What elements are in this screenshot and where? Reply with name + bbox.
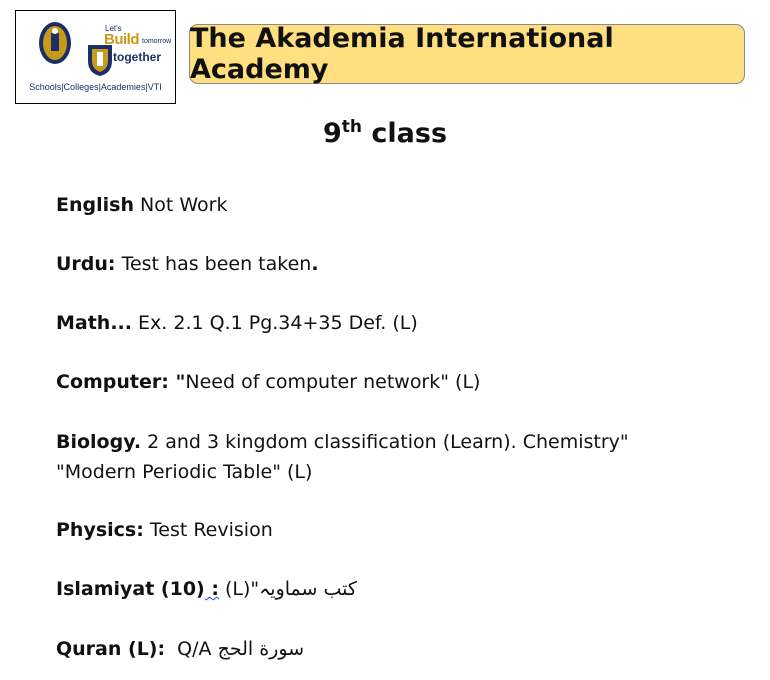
subject-label: Computer: "	[56, 371, 186, 393]
class-heading: 9th class	[0, 117, 770, 149]
urdu-text: كتب سماويہ	[259, 578, 363, 600]
entry-physics: Physics: Test Revision	[56, 515, 706, 545]
subject-label: English	[56, 194, 134, 216]
entry-text: Test Revision	[143, 519, 273, 541]
entry-islamiyat: Islamiyat (10) : (L)" كتب سماويہ	[56, 574, 706, 604]
logo-tagline: Schools|Colleges|Academies|VTI	[29, 82, 162, 92]
entry-biology: Biology. 2 and 3 kingdom classification …	[56, 427, 706, 487]
entry-text: (L)"	[218, 578, 260, 600]
entry-urdu: Urdu: Test has been taken.	[56, 249, 706, 279]
academy-name: The Akademia International Academy	[190, 23, 614, 85]
entry-text: Not Work	[133, 194, 228, 216]
subject-label: Biology.	[56, 431, 142, 453]
entry-text: Need of computer network" (L)	[185, 371, 481, 393]
subject-label: Math...	[56, 312, 132, 334]
logo-tomorrow-text: tomorrow	[142, 38, 172, 45]
entry-english: English Not Work	[56, 190, 706, 220]
entry-tail: .	[311, 253, 319, 275]
subject-label: Urdu:	[56, 253, 116, 275]
entry-text: Q/A	[165, 638, 218, 660]
logo-together-text: together	[113, 50, 161, 64]
entry-math: Math... Ex. 2.1 Q.1 Pg.34+35 Def. (L)	[56, 308, 706, 338]
class-word: class	[362, 118, 448, 149]
subject-label: Quran (L):	[56, 638, 166, 660]
subject-label-tail: :	[204, 578, 219, 600]
subject-label: Islamiyat (10)	[56, 578, 205, 600]
title-banner: The Akademia International Academy	[189, 23, 745, 85]
class-suffix: th	[341, 117, 362, 137]
academy-logo: Let's Build tomorrow together Schools|Co…	[15, 10, 176, 104]
crest-icon	[39, 22, 71, 64]
urdu-text: سورة الحج	[217, 638, 305, 660]
shield-icon	[88, 45, 112, 76]
logo-build-text: Build	[104, 31, 140, 48]
entry-computer: Computer: "Need of computer network" (L)	[56, 367, 706, 397]
entry-text: 2 and 3 kingdom classification (Learn). …	[56, 431, 629, 483]
entry-text: Ex. 2.1 Q.1 Pg.34+35 Def. (L)	[132, 312, 418, 334]
subject-label: Physics:	[56, 519, 144, 541]
class-number: 9	[322, 118, 342, 149]
entry-text: Test has been taken	[115, 253, 312, 275]
entry-quran: Quran (L): Q/A سورة الحج	[56, 634, 706, 664]
